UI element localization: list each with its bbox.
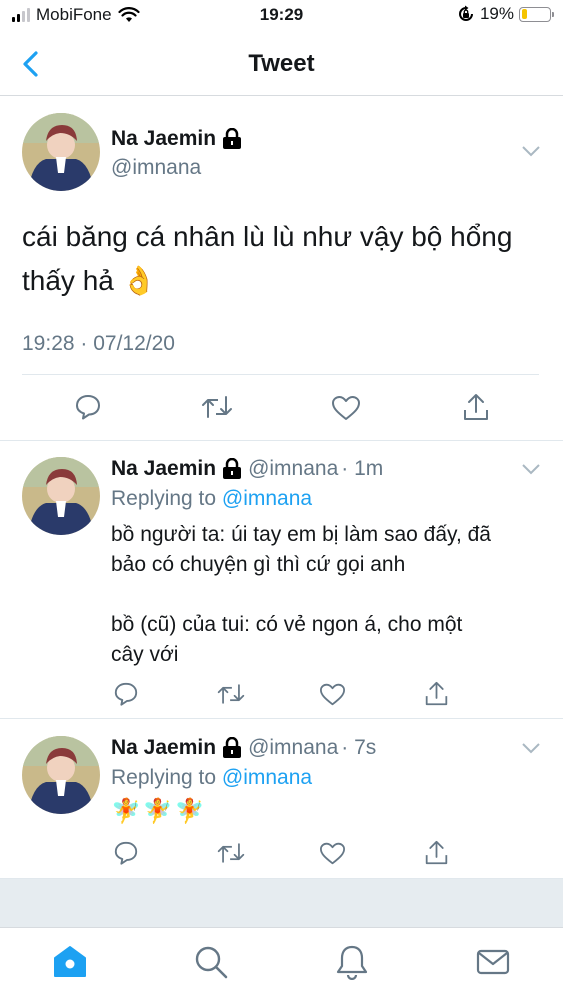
orientation-lock-icon — [459, 5, 473, 21]
replying-to: Replying to @imnana — [111, 766, 312, 790]
tweet-text-line: bồ (cũ) của tui: có vẻ ngon á, cho một — [111, 613, 463, 636]
tweet-timestamp: 19:28 · 07/12/20 — [22, 332, 175, 355]
divider — [22, 374, 539, 375]
retweet-icon[interactable] — [216, 681, 246, 707]
reply-tweet[interactable]: Na Jaemin @imnana · 7s Replying to @imna… — [0, 720, 563, 879]
notifications-icon[interactable] — [334, 944, 370, 980]
reply-icon[interactable] — [74, 393, 102, 421]
like-icon[interactable] — [319, 841, 346, 866]
share-icon[interactable] — [424, 839, 449, 866]
like-icon[interactable] — [319, 682, 346, 707]
mention-link[interactable]: @imnana — [222, 487, 312, 510]
author-handle[interactable]: @imnana — [248, 457, 338, 481]
navigation-bar: Tweet — [0, 30, 563, 96]
share-icon[interactable] — [462, 392, 490, 422]
tweet-text-line: thấy hả 👌 — [22, 265, 157, 296]
author-name[interactable]: Na Jaemin — [111, 736, 216, 760]
avatar[interactable] — [22, 457, 100, 535]
battery-info: 19% — [457, 4, 554, 24]
reply-icon[interactable] — [113, 840, 139, 866]
chevron-down-icon[interactable] — [521, 742, 541, 754]
messages-icon[interactable] — [475, 944, 511, 980]
lock-icon — [223, 737, 242, 758]
tweet-text-line: bồ người ta: úi tay em bị làm sao đấy, đ… — [111, 523, 491, 546]
share-icon[interactable] — [424, 680, 449, 707]
tweet-text-line: cây với — [111, 643, 179, 666]
tweet-text-line: bảo có chuyện gì thì cứ gọi anh — [111, 553, 406, 576]
tab-bar — [0, 927, 563, 1001]
tweet-text: 🧚🧚🧚 — [111, 797, 541, 827]
battery-percent: 19% — [479, 4, 514, 23]
battery-icon — [519, 6, 554, 22]
tweet-time: · 1m — [341, 457, 384, 480]
home-icon[interactable] — [52, 944, 88, 980]
status-bar: MobiFone 19:29 19% — [0, 0, 563, 30]
reply-icon[interactable] — [113, 681, 139, 707]
lock-icon — [223, 458, 242, 479]
chevron-down-icon[interactable] — [521, 145, 541, 157]
retweet-icon[interactable] — [216, 840, 246, 866]
tweet-text: cái băng cá nhân lù lù như vậy bộ hổng t… — [22, 215, 547, 303]
author-name[interactable]: Na Jaemin — [111, 127, 216, 151]
lock-icon — [223, 128, 242, 149]
retweet-icon[interactable] — [200, 393, 234, 421]
author-handle[interactable]: @imnana — [248, 736, 338, 760]
like-icon[interactable] — [331, 394, 361, 422]
search-icon[interactable] — [193, 944, 229, 980]
chevron-down-icon[interactable] — [521, 463, 541, 475]
tweet-time: · 7s — [341, 736, 377, 759]
reply-tweet[interactable]: Na Jaemin @imnana · 1m Replying to @imna… — [0, 441, 563, 719]
replying-to: Replying to @imnana — [111, 487, 312, 511]
author-handle[interactable]: @imnana — [111, 156, 201, 180]
replying-prefix: Replying to — [111, 766, 222, 789]
tweet-text-line: cái băng cá nhân lù lù như vậy bộ hổng — [22, 221, 513, 252]
main-tweet: Na Jaemin @imnana cái băng cá nhân lù lù… — [0, 97, 563, 441]
tweet-text: bồ người ta: úi tay em bị làm sao đấy, đ… — [111, 520, 541, 670]
avatar[interactable] — [22, 113, 100, 191]
avatar[interactable] — [22, 736, 100, 814]
page-title: Tweet — [248, 50, 315, 77]
empty-area — [0, 879, 563, 927]
tweet-text-line: 🧚🧚🧚 — [111, 798, 207, 825]
mention-link[interactable]: @imnana — [222, 766, 312, 789]
replying-prefix: Replying to — [111, 487, 222, 510]
author-name[interactable]: Na Jaemin — [111, 457, 216, 481]
